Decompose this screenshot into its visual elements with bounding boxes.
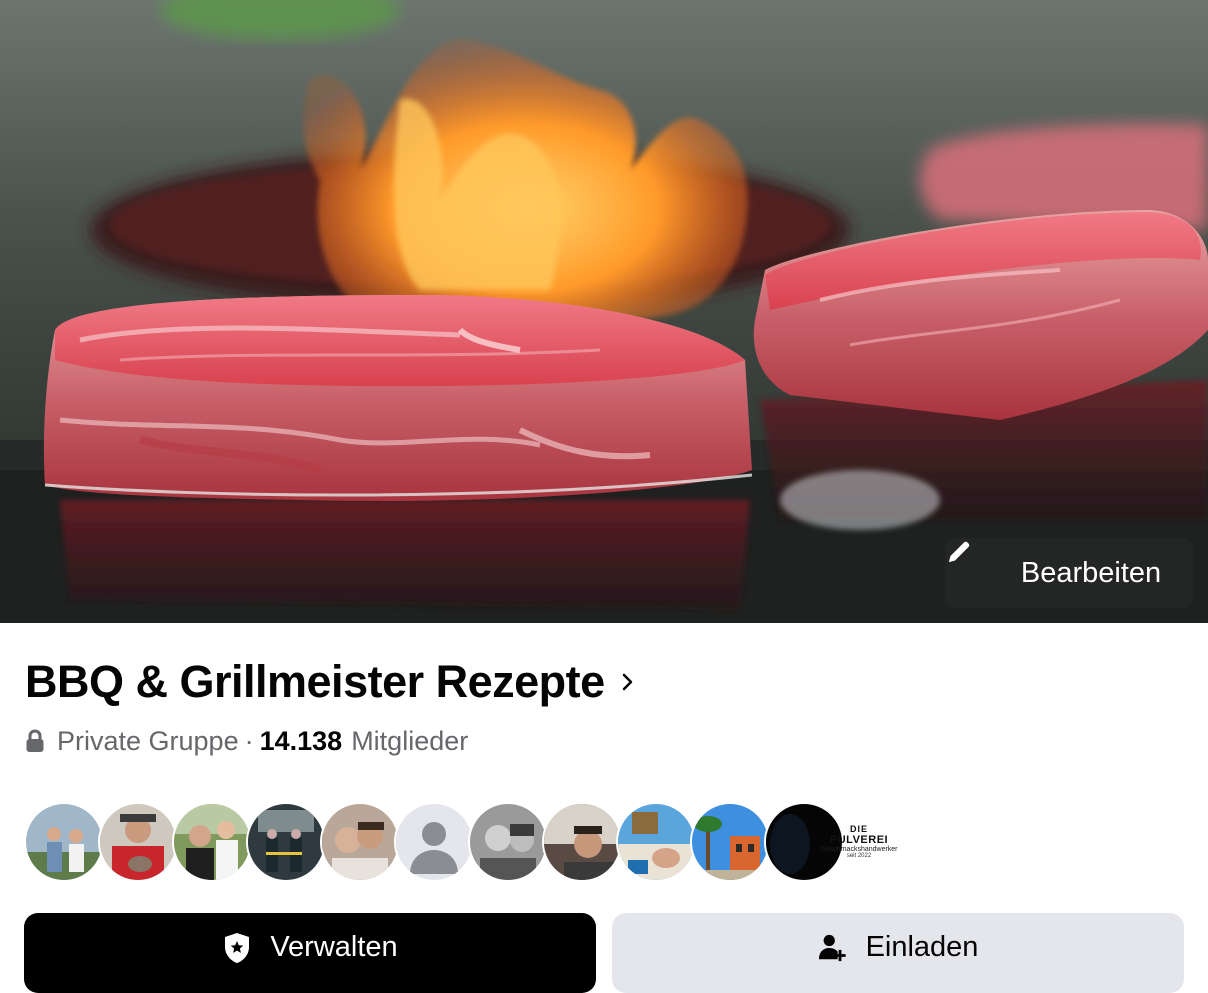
avatar[interactable]	[394, 802, 474, 882]
lock-icon	[25, 728, 47, 754]
chevron-right-icon	[621, 668, 641, 696]
cover-image	[0, 0, 1208, 623]
group-meta: Private Gruppe · 14.138 Mitglieder	[25, 720, 468, 762]
member-page-logo[interactable]: DIE PULVEREI Geschmackshandwerker seit 2…	[820, 816, 897, 866]
logo-line-4: seit 2022	[846, 852, 872, 859]
invite-button[interactable]: Einladen	[612, 913, 1184, 993]
avatar[interactable]	[24, 802, 104, 882]
group-title-link[interactable]: BBQ & Grillmeister Rezepte	[25, 652, 641, 712]
logo-line-3: Geschmackshandwerker	[820, 845, 898, 853]
pencil-icon	[949, 541, 1007, 588]
shield-star-icon	[222, 931, 252, 965]
avatar[interactable]	[246, 802, 326, 882]
add-person-icon	[818, 931, 848, 965]
manage-label: Verwalten	[270, 931, 398, 963]
avatar[interactable]	[98, 802, 178, 882]
avatar[interactable]	[616, 802, 696, 882]
group-title: BBQ & Grillmeister Rezepte	[25, 656, 605, 707]
privacy-label: Private Gruppe	[57, 725, 239, 756]
manage-button[interactable]: Verwalten	[24, 913, 596, 993]
avatar[interactable]	[320, 802, 400, 882]
member-label[interactable]: Mitglieder	[351, 726, 468, 757]
meta-separator: ·	[244, 725, 254, 756]
member-count[interactable]: 14.138	[260, 726, 343, 757]
logo-line-2: PULVEREI	[829, 833, 889, 846]
logo-line-1: DIE	[849, 823, 868, 834]
avatar[interactable]	[468, 802, 548, 882]
cover-photo[interactable]: Bearbeiten	[0, 0, 1208, 623]
avatar[interactable]	[172, 802, 252, 882]
avatar[interactable]	[542, 802, 622, 882]
edit-cover-label: Bearbeiten	[1020, 556, 1162, 589]
avatar[interactable]	[690, 802, 770, 882]
edit-cover-button[interactable]: Bearbeiten	[945, 538, 1193, 608]
invite-label: Einladen	[865, 931, 979, 963]
